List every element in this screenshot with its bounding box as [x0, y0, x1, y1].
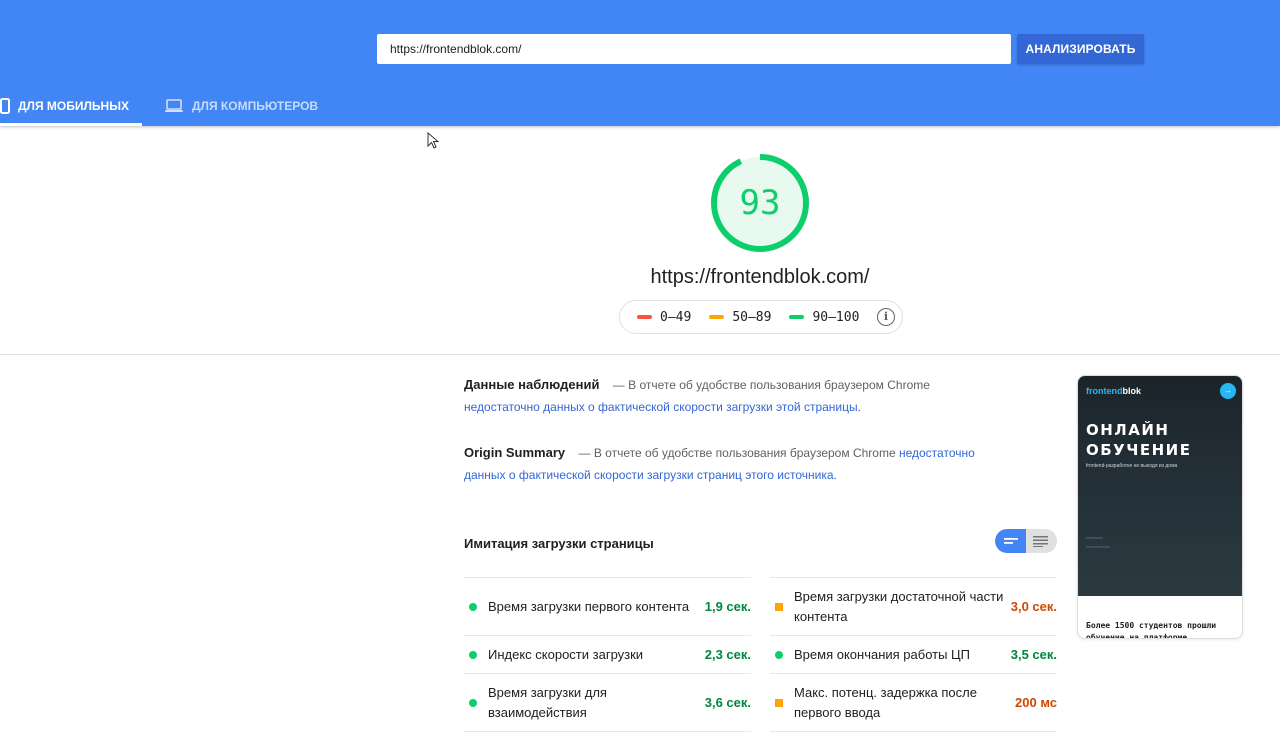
tab-mobile[interactable]: ДЛЯ МОБИЛЬНЫХ — [0, 86, 142, 126]
metric-value: 200 мс — [1015, 695, 1057, 710]
analyze-button[interactable]: АНАЛИЗИРОВАТЬ — [1017, 34, 1144, 64]
status-good-dot — [469, 602, 477, 611]
metrics-bottom-border — [770, 731, 1057, 732]
status-good-dot — [775, 650, 783, 659]
metrics-bottom-border — [464, 731, 751, 732]
laptop-icon — [165, 99, 183, 112]
metric-name: Время загрузки первого контента — [488, 598, 690, 614]
thumbnail-login-icon: → — [1220, 383, 1236, 399]
analyzed-url: https://frontendblok.com/ — [650, 266, 870, 288]
view-toggle[interactable] — [995, 529, 1057, 553]
metric-fcp: Время загрузки первого контента 1,9 сек. — [464, 577, 751, 635]
legend-bar-poor — [637, 315, 652, 319]
tab-mobile-label: ДЛЯ МОБИЛЬНЫХ — [18, 99, 129, 113]
metric-value: 2,3 сек. — [704, 647, 751, 662]
metric-name: Индекс скорости загрузки — [488, 646, 644, 662]
thumbnail-headline-1: ОНЛАЙН — [1086, 421, 1170, 439]
section-divider — [0, 354, 1280, 355]
thumbnail-subtitle: frontend-разработке не выходя из дома — [1086, 463, 1178, 469]
field-data-title: Данные наблюдений — [464, 377, 600, 392]
status-average-square — [775, 698, 783, 707]
legend-bar-average — [709, 315, 725, 319]
thumbnail-code-decoration: ▬▬▬▬▬▬▬ ▬▬▬▬▬▬▬▬▬▬ — [1086, 535, 1111, 549]
origin-summary-tail: . — [833, 468, 837, 482]
metric-name: Макс. потенц. задержка после первого вво… — [794, 684, 977, 720]
status-average-square — [775, 602, 783, 611]
legend-label-average: 50–89 — [732, 309, 772, 325]
active-tab-indicator — [0, 123, 142, 126]
field-data-tail: . — [857, 400, 861, 414]
url-input[interactable]: https://frontendblok.com/ — [377, 34, 1011, 64]
legend-bar-good — [789, 315, 805, 319]
metric-value: 1,9 сек. — [704, 599, 751, 614]
origin-summary-section: Origin Summary — В отчете об удобстве по… — [464, 442, 1009, 486]
metric-name: Время загрузки достаточной части контент… — [794, 588, 1004, 624]
legend-label-poor: 0–49 — [660, 309, 692, 325]
metric-name: Время загрузки для взаимодействия — [488, 684, 607, 720]
metric-max-fid: Макс. потенц. задержка после первого вво… — [770, 673, 1057, 731]
metric-value: 3,6 сек. — [704, 695, 751, 710]
thumbnail-logo-suffix: blok — [1122, 386, 1142, 396]
tab-desktop-label: ДЛЯ КОМПЬЮТЕРОВ — [192, 99, 319, 113]
legend-label-good: 90–100 — [812, 309, 860, 325]
performance-score: 93 — [739, 183, 781, 223]
thumbnail-logo: frontendblok — [1086, 386, 1141, 396]
legend-item-average: 50–89 — [709, 310, 771, 325]
legend-item-good: 90–100 — [789, 310, 859, 325]
mouse-cursor-icon — [427, 132, 439, 149]
top-bar: https://frontendblok.com/ АНАЛИЗИРОВАТЬ … — [0, 0, 1280, 126]
origin-summary-text: — В отчете об удобстве пользования брауз… — [578, 446, 896, 460]
status-good-dot — [469, 650, 477, 659]
metric-value: 3,0 сек. — [1010, 599, 1057, 614]
metric-speed-index: Индекс скорости загрузки 2,3 сек. — [464, 635, 751, 673]
thumbnail-footer-text: Более 1500 студентов прошли обучение на … — [1086, 621, 1217, 639]
field-data-section: Данные наблюдений — В отчете об удобстве… — [464, 374, 1009, 418]
origin-summary-title: Origin Summary — [464, 445, 566, 460]
field-data-link[interactable]: недостаточно данных о фактической скорос… — [464, 400, 858, 414]
thumbnail-logo-prefix: frontend — [1086, 386, 1123, 396]
field-data-text: — В отчете об удобстве пользования брауз… — [612, 378, 930, 392]
thumbnail-headline: ОНЛАЙН ОБУЧЕНИЕ — [1086, 420, 1236, 460]
metric-fmp: Время загрузки достаточной части контент… — [770, 577, 1057, 635]
metric-tti: Время загрузки для взаимодействия 3,6 се… — [464, 673, 751, 731]
metric-name: Время окончания работы ЦП — [794, 646, 971, 662]
expanded-list-icon[interactable] — [1033, 535, 1048, 547]
thumbnail-hero: frontendblok → ОНЛАЙН ОБУЧЕНИЕ frontend-… — [1078, 376, 1242, 596]
thumbnail-headline-2: ОБУЧЕНИЕ — [1086, 441, 1192, 459]
smartphone-icon — [0, 98, 10, 114]
legend-item-poor: 0–49 — [637, 310, 691, 325]
info-icon[interactable]: i — [877, 308, 895, 326]
lab-data-title: Имитация загрузки страницы — [464, 536, 654, 551]
metric-value: 3,5 сек. — [1010, 647, 1057, 662]
metric-first-cpu-idle: Время окончания работы ЦП 3,5 сек. — [770, 635, 1057, 673]
score-legend: 0–49 50–89 90–100 i — [619, 300, 903, 334]
page-screenshot-thumbnail: frontendblok → ОНЛАЙН ОБУЧЕНИЕ frontend-… — [1077, 375, 1243, 639]
status-good-dot — [469, 698, 477, 707]
tab-desktop[interactable]: ДЛЯ КОМПЬЮТЕРОВ — [164, 86, 318, 126]
compact-list-icon — [1004, 538, 1018, 544]
